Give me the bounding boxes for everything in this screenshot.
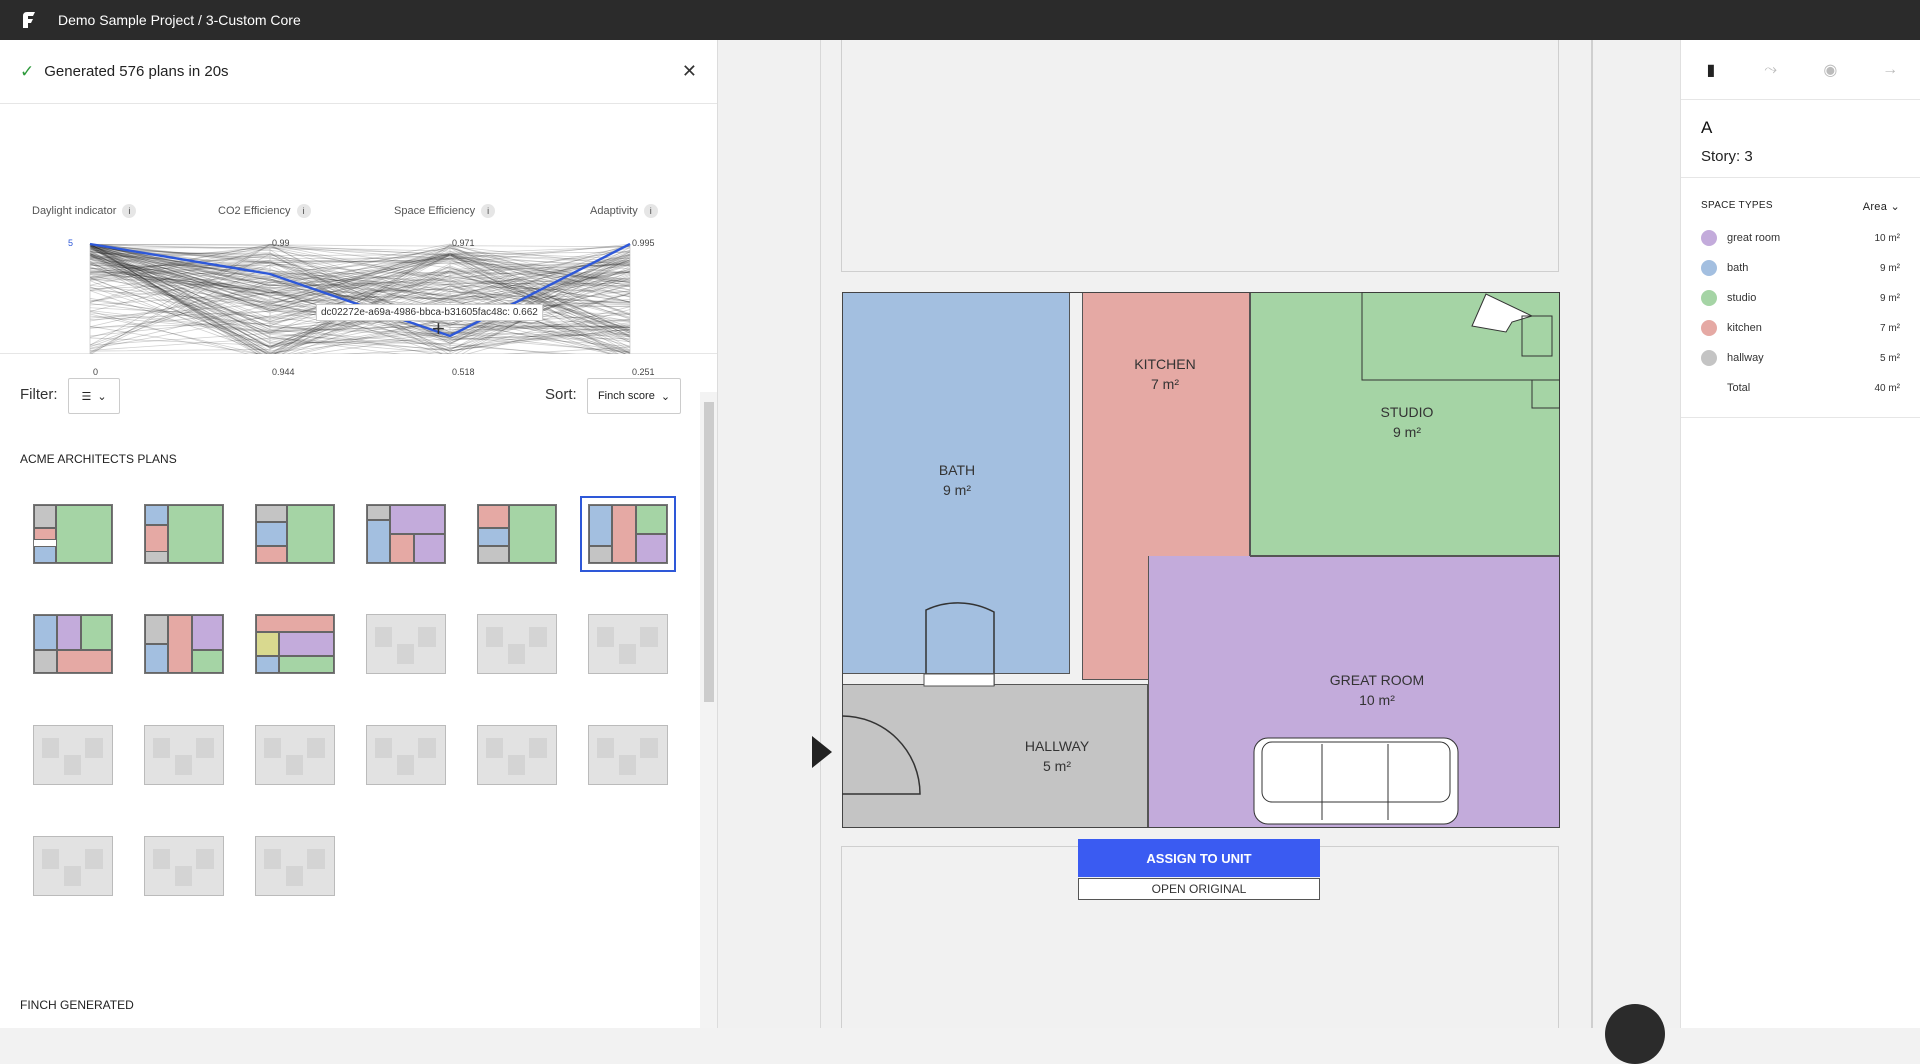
space-type-value: 9 m² [1880,262,1900,274]
section-title-finch: FINCH GENERATED [20,998,134,1012]
plan-thumbnail[interactable] [255,614,335,674]
parallel-coordinates-chart[interactable]: Daylight indicator i CO2 Efficiency i Spac… [0,104,717,377]
color-swatch-icon [1701,320,1717,336]
plan-thumbnail[interactable] [33,504,113,564]
grid-line [1591,40,1593,1028]
filter-lines-icon: ☰ [81,390,92,403]
plan-thumbnail[interactable] [33,614,113,674]
story-label: Story: 3 [1701,148,1753,165]
sort-dropdown[interactable]: Finch score ⌄ [587,378,681,414]
assign-to-unit-button[interactable]: ASSIGN TO UNIT [1078,839,1320,877]
space-types-title: SPACE TYPES [1701,200,1773,211]
project-breadcrumb[interactable]: Demo Sample Project / 3-Custom Core [58,12,301,28]
plan-canvas[interactable]: BATH 9 m² KITCHEN 7 m² STUDIO 9 m² GREAT RO… [718,40,1680,1028]
total-row: Total 40 m² [1701,373,1900,403]
checkmark-icon: ✓ [20,61,35,81]
grid-line [820,40,821,1028]
plan-thumbnail[interactable] [144,725,224,785]
scrollbar-thumb[interactable] [704,402,714,702]
plan-thumbnail[interactable] [366,504,446,564]
filter-sort-row: Filter: ☰ ⌄ Sort: Finch score ⌄ [0,354,717,434]
plan-thumbnail[interactable] [33,725,113,785]
bar-chart-icon[interactable]: ▮ [1681,60,1741,80]
color-swatch-icon [1701,290,1717,306]
space-type-row[interactable]: kitchen 7 m² [1701,313,1900,343]
finch-logo-icon[interactable] [0,0,58,40]
space-type-name: studio [1727,292,1757,304]
filter-label: Filter: [20,386,58,403]
plan-thumbnail[interactable] [255,504,335,564]
space-type-row[interactable]: bath 9 m² [1701,253,1900,283]
space-types: SPACE TYPES Area ⌄ great room 10 m² bath… [1681,178,1920,418]
sort-value: Finch score [597,390,655,402]
furniture-and-doors [842,292,1560,825]
plan-thumbnail[interactable] [588,614,668,674]
space-type-row[interactable]: studio 9 m² [1701,283,1900,313]
right-panel: ▮ ⤳ ◉ → A Story: 3 SPACE TYPES Area ⌄ gr… [1680,40,1920,1028]
plan-thumbnail[interactable] [366,725,446,785]
arrow-right-icon[interactable]: → [1860,61,1920,79]
open-original-button[interactable]: OPEN ORIGINAL [1078,878,1320,900]
color-swatch-icon [1701,350,1717,366]
eye-icon[interactable]: ◉ [1801,60,1861,80]
space-type-name: hallway [1727,352,1764,364]
space-type-name: great room [1727,232,1781,244]
left-panel: ✓ Generated 576 plans in 20s ✕ Daylight … [0,40,718,1028]
chevron-down-icon: ⌄ [97,390,107,403]
chevron-down-icon: ⌄ [660,390,671,403]
plan-thumbnail[interactable] [477,614,557,674]
tick-top-1: 0.99 [272,238,290,248]
tooltip: dc02272e-a69a-4986-bbca-b31605fac48c: 0.… [316,304,543,321]
add-axis-icon[interactable]: + [432,316,445,342]
space-type-value: 9 m² [1880,292,1900,304]
plan-thumbnail[interactable] [33,836,113,896]
plan-thumbnail[interactable] [580,496,676,572]
status-text: Generated 576 plans in 20s [44,63,229,80]
plan-thumbnail[interactable] [144,504,224,564]
plan-thumbnail[interactable] [255,725,335,785]
total-value: 40 m² [1874,382,1900,394]
area-sort-dropdown[interactable]: Area ⌄ [1863,200,1900,213]
plan-thumbnail[interactable] [477,504,557,564]
color-swatch-icon [1701,260,1717,276]
sort-label: Sort: [545,386,577,403]
space-type-value: 7 m² [1880,322,1900,334]
section-title-acme: ACME ARCHITECTS PLANS [20,452,177,466]
tick-top-3: 0.995 [632,238,655,248]
unit-name: A [1701,118,1713,137]
filter-dropdown[interactable]: ☰ ⌄ [68,378,120,414]
play-arrow-icon[interactable] [812,736,832,768]
color-swatch-icon [1701,230,1717,246]
plan-thumbnail[interactable] [588,725,668,785]
space-type-name: kitchen [1727,322,1762,334]
space-type-value: 5 m² [1880,352,1900,364]
space-types-header: SPACE TYPES Area ⌄ [1701,200,1900,213]
space-type-row[interactable]: hallway 5 m² [1701,343,1900,373]
total-label: Total [1727,382,1751,394]
route-icon[interactable]: ⤳ [1741,61,1801,79]
plan-thumbnail[interactable] [144,614,224,674]
panel-tabs: ▮ ⤳ ◉ → [1681,40,1920,100]
unit-above[interactable] [841,40,1559,272]
space-type-value: 10 m² [1874,232,1900,244]
chat-bubble-icon[interactable] [1605,1004,1665,1064]
unit-info: A Story: 3 [1681,100,1920,178]
plan-thumbnail[interactable] [144,836,224,896]
top-bar: Demo Sample Project / 3-Custom Core [0,0,1920,40]
tick-top-0: 5 [68,238,74,248]
plan-thumbnail[interactable] [477,725,557,785]
space-type-row[interactable]: great room 10 m² [1701,223,1900,253]
plan-thumbnail[interactable] [366,614,446,674]
space-type-name: bath [1727,262,1749,274]
close-icon[interactable]: ✕ [682,61,697,82]
plan-thumbnail[interactable] [255,836,335,896]
tick-top-2: 0.971 [452,238,475,248]
status-bar: ✓ Generated 576 plans in 20s ✕ [0,40,717,104]
